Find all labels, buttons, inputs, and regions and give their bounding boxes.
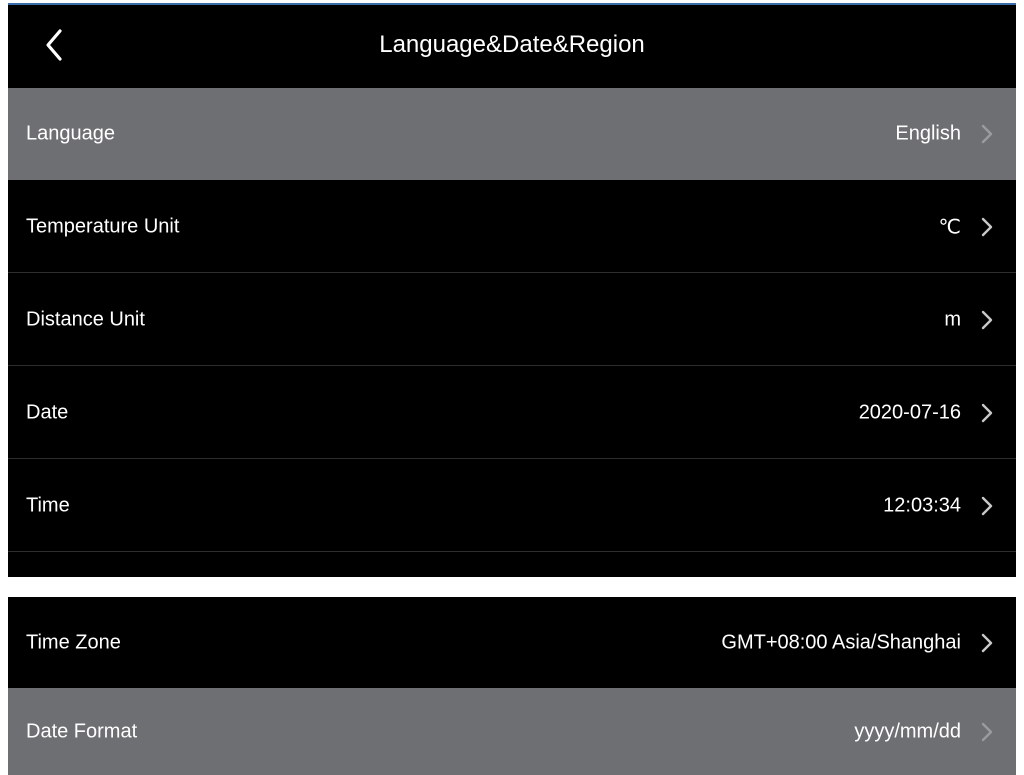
setting-label: Date (26, 401, 69, 423)
setting-row-language[interactable]: Language English (8, 88, 1016, 180)
setting-row-date[interactable]: Date 2020-07-16 (8, 367, 1016, 459)
setting-row-temperature-unit[interactable]: Temperature Unit ℃ (8, 181, 1016, 273)
setting-value: 12:03:34 (883, 494, 961, 516)
chevron-right-icon (981, 633, 993, 652)
setting-value: yyyy/mm/dd (854, 720, 961, 742)
chevron-right-icon (981, 722, 993, 741)
setting-label: Time Zone (26, 631, 121, 653)
chevron-right-icon (981, 310, 993, 329)
page-title: Language&Date&Region (379, 31, 645, 58)
setting-label: Language (26, 122, 115, 145)
setting-label: Date Format (26, 720, 138, 742)
chevron-right-icon (981, 217, 993, 236)
setting-value: English (895, 122, 961, 145)
settings-panel-top: Language&Date&Region Language English Te… (8, 3, 1016, 577)
setting-value: ℃ (938, 216, 961, 238)
setting-row-distance-unit[interactable]: Distance Unit m (8, 274, 1016, 366)
setting-label: Time (26, 494, 70, 516)
setting-value: m (944, 308, 961, 330)
chevron-right-icon (981, 124, 993, 144)
setting-label: Temperature Unit (26, 215, 180, 237)
setting-value: 2020-07-16 (858, 401, 961, 423)
setting-label: Distance Unit (26, 308, 145, 330)
setting-row-time-zone[interactable]: Time Zone GMT+08:00 Asia/Shanghai (8, 597, 1016, 688)
setting-value: GMT+08:00 Asia/Shanghai (721, 631, 961, 653)
settings-panel-bottom: Time Zone GMT+08:00 Asia/Shanghai Date F… (8, 597, 1016, 775)
setting-row-date-format[interactable]: Date Format yyyy/mm/dd (8, 688, 1016, 775)
chevron-right-icon (981, 496, 993, 515)
app-header: Language&Date&Region (8, 5, 1016, 88)
chevron-right-icon (981, 403, 993, 422)
setting-row-time[interactable]: Time 12:03:34 (8, 460, 1016, 552)
